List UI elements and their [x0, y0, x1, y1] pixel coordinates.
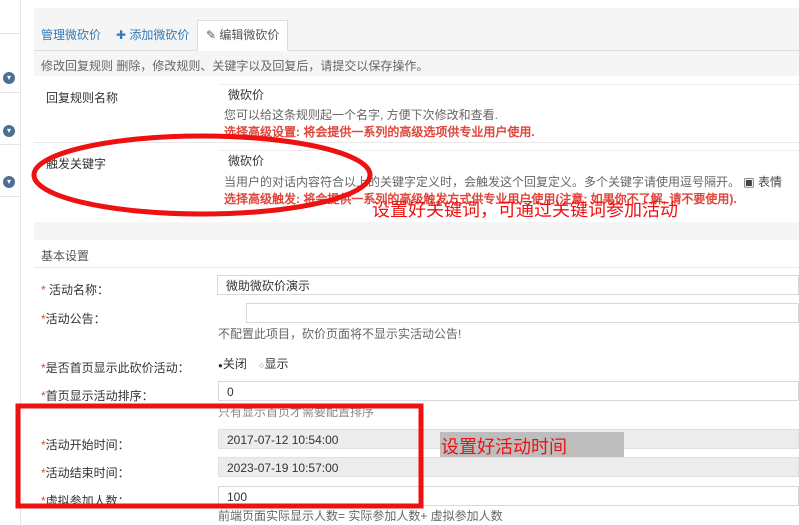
tab-edit-label: 编辑微砍价 [219, 28, 280, 42]
tab-edit[interactable]: ✎ 编辑微砍价 [197, 20, 289, 51]
basic-settings-panel: 基本设置 * 活动名称： 微助微砍价演示 *活动公告： 不配置此项目，砍价页面将… [34, 240, 799, 525]
keyword-input[interactable]: 微砍价 [220, 150, 799, 170]
emoji-icon[interactable]: ▣ [743, 175, 754, 189]
home-sort-input[interactable]: 0 [218, 381, 799, 401]
sidebar: ▾ ▾ ▾ [0, 0, 21, 525]
reply-rule-help: 您可以给这条规则起一个名字, 方便下次修改和查看. [224, 108, 499, 122]
activity-notice-input[interactable] [246, 303, 799, 323]
home-show-radio-on[interactable]: ○显示 [259, 355, 288, 372]
tab-bar: 管理微砍价 ✚ 添加微砍价 ✎ 编辑微砍价 [34, 20, 799, 51]
chevron-down-icon[interactable]: ▾ [3, 176, 15, 188]
virtual-count-input[interactable]: 100 [218, 486, 799, 506]
end-time-input[interactable]: 2023-07-19 10:57:00 [218, 457, 799, 477]
chevron-down-icon[interactable]: ▾ [3, 72, 15, 84]
reply-rule-input[interactable]: 微砍价 [220, 84, 799, 104]
virtual-count-help: 前端页面实际显示人数= 实际参加人数+ 虚拟参加人数 [218, 509, 503, 523]
chevron-down-icon[interactable]: ▾ [3, 125, 15, 137]
emoji-link[interactable]: 表情 [758, 175, 782, 189]
sidebar-divider [0, 144, 20, 145]
virtual-count-label: *虚拟参加人数： [41, 494, 130, 508]
home-sort-label: *首页显示活动排序： [41, 389, 154, 403]
divider [34, 267, 799, 268]
start-time-label: *活动开始时间： [41, 438, 130, 452]
tab-add[interactable]: ✚ 添加微砍价 [116, 26, 189, 43]
keyword-help: 当用户的对话内容符合以上的关键字定义时，会触发这个回复定义。多个关键字请使用逗号… [224, 173, 782, 190]
time-annotation-text: 设置好活动时间 [441, 437, 567, 458]
reply-rule-advanced-link[interactable]: 选择高级设置: 将会提供一系列的高级选项供专业用户使用. [224, 123, 535, 140]
main-content: 管理微砍价 ✚ 添加微砍价 ✎ 编辑微砍价 修改回复规则 删除，修改规则、关键字… [34, 0, 799, 525]
tab-add-label: 添加微砍价 [129, 28, 190, 42]
sidebar-divider [0, 196, 20, 197]
basic-settings-title: 基本设置 [41, 249, 90, 263]
sidebar-divider [0, 33, 20, 34]
keyword-annotation-text: 设置好关键词，可通过关键词参加活动 [372, 200, 678, 221]
home-sort-help: 只有显示首页才需要配置排序 [218, 405, 375, 419]
sidebar-divider [0, 92, 20, 93]
keyword-help-text: 当用户的对话内容符合以上的关键字定义时，会触发这个回复定义。多个关键字请使用逗号… [224, 175, 741, 189]
keyword-label: 触发关键字 [46, 157, 107, 171]
end-time-label: *活动结束时间： [41, 466, 130, 480]
reply-rule-label: 回复规则名称 [46, 91, 119, 105]
rule-hint: 修改回复规则 删除，修改规则、关键字以及回复后，请提交以保存操作。 [41, 59, 429, 73]
tab-manage[interactable]: 管理微砍价 [41, 26, 101, 43]
activity-notice-help: 不配置此项目，砍价页面将不显示实活动公告! [218, 327, 462, 341]
activity-notice-label: *活动公告： [41, 312, 106, 326]
activity-name-label: * 活动名称： [41, 283, 110, 297]
top-strip [34, 0, 799, 8]
divider [34, 142, 799, 143]
edit-icon: ✎ [206, 28, 217, 42]
home-show-label: *是否首页显示此砍价活动： [41, 361, 190, 375]
activity-name-input[interactable]: 微助微砍价演示 [217, 275, 799, 295]
plus-icon: ✚ [116, 28, 127, 42]
home-show-radio-off[interactable]: ●关闭 [218, 355, 247, 372]
